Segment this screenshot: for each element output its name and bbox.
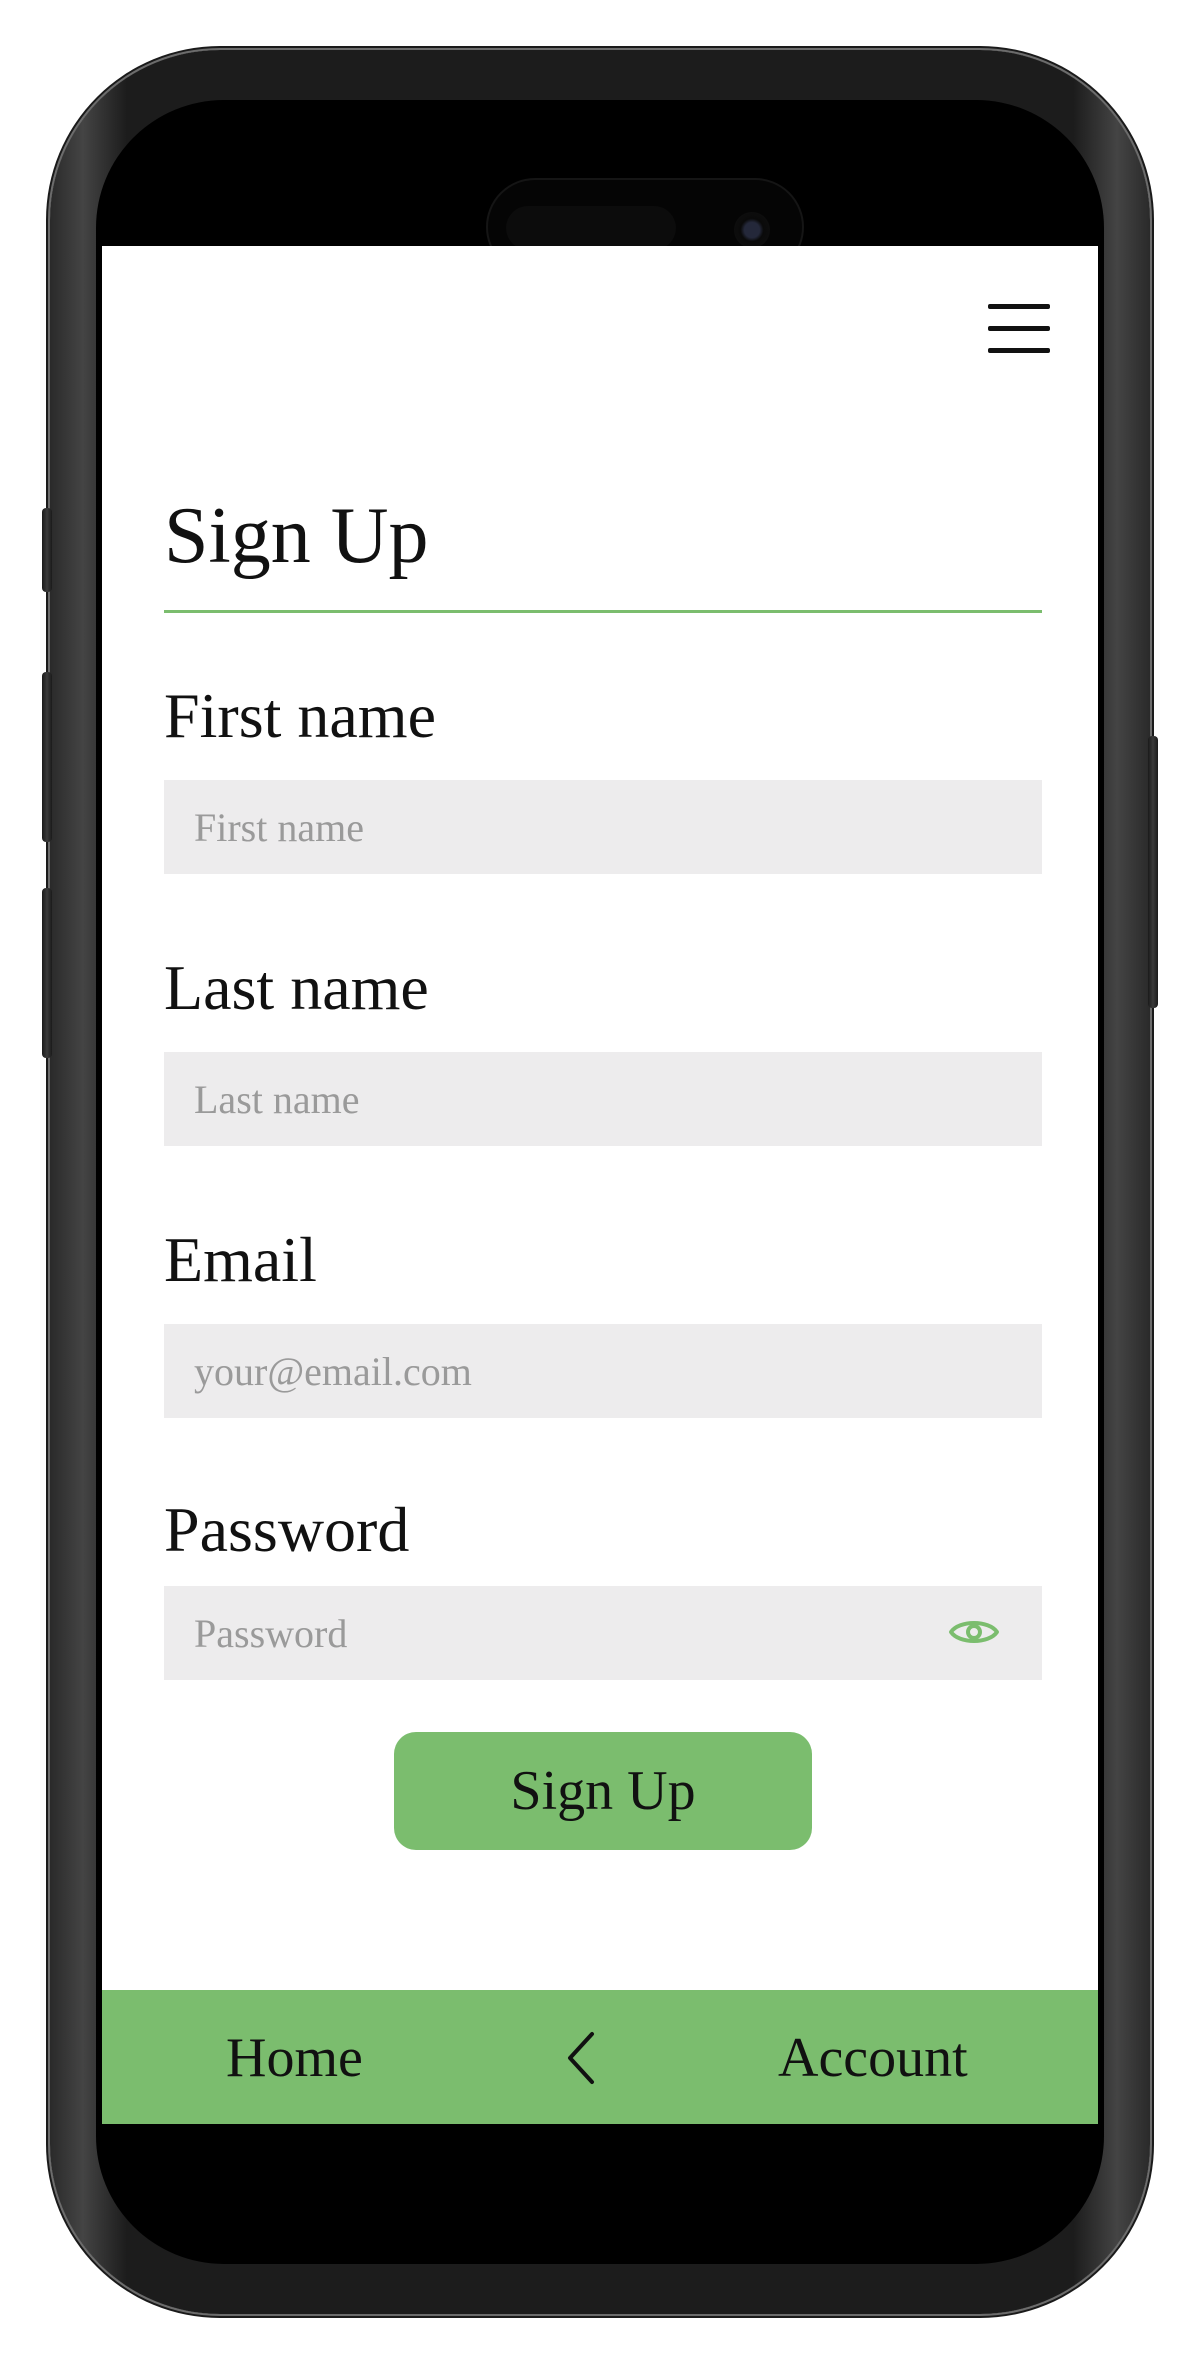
first-name-field[interactable] bbox=[164, 780, 1042, 874]
menu-bar bbox=[988, 304, 1050, 309]
menu-bar bbox=[988, 348, 1050, 353]
volume-up-button bbox=[42, 672, 52, 842]
app-screen: Sign Up First name Last name Email Passw… bbox=[102, 246, 1098, 2124]
eye-icon[interactable] bbox=[948, 1612, 1000, 1652]
password-field[interactable] bbox=[164, 1586, 1042, 1680]
front-camera bbox=[734, 212, 770, 248]
power-button bbox=[1148, 736, 1158, 1008]
nav-home[interactable]: Home bbox=[226, 2030, 363, 2086]
sensor-pill bbox=[506, 206, 676, 250]
nav-account[interactable]: Account bbox=[778, 2030, 968, 2086]
email-field[interactable] bbox=[164, 1324, 1042, 1418]
email-label: Email bbox=[164, 1224, 317, 1295]
volume-down-button bbox=[42, 888, 52, 1058]
last-name-label: Last name bbox=[164, 952, 429, 1023]
menu-bar bbox=[988, 326, 1050, 331]
last-name-field[interactable] bbox=[164, 1052, 1042, 1146]
password-label: Password bbox=[164, 1494, 410, 1565]
bottom-nav: Home Account bbox=[102, 1990, 1098, 2124]
hamburger-menu-icon[interactable] bbox=[988, 304, 1050, 354]
first-name-label: First name bbox=[164, 680, 436, 751]
page-title: Sign Up bbox=[164, 492, 429, 580]
sign-up-button[interactable]: Sign Up bbox=[394, 1732, 812, 1850]
chevron-left-icon[interactable] bbox=[562, 2028, 602, 2088]
title-divider bbox=[164, 610, 1042, 613]
action-button bbox=[42, 508, 52, 592]
